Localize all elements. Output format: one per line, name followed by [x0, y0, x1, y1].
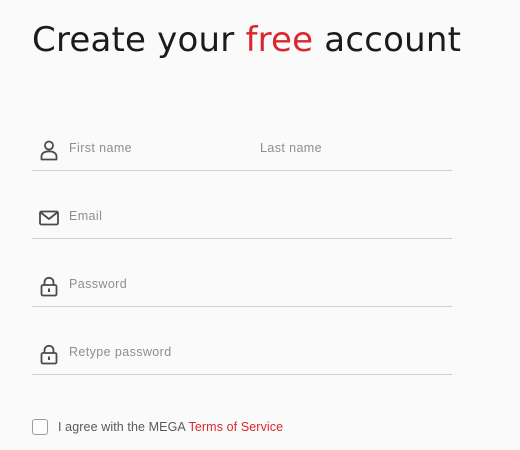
page-title: Create your free account — [32, 18, 461, 62]
lock-icon — [40, 344, 58, 365]
envelope-icon — [39, 210, 59, 226]
first-name-input[interactable] — [69, 137, 249, 159]
email-row — [32, 199, 452, 239]
user-icon — [40, 140, 58, 161]
title-part-2: account — [313, 20, 462, 60]
terms-label: I agree with the MEGA Terms of Service — [58, 420, 283, 434]
terms-of-service-link[interactable]: Terms of Service — [189, 420, 284, 434]
retype-password-row — [32, 335, 452, 375]
lock-icon — [40, 276, 58, 297]
terms-text: I agree with the MEGA — [58, 420, 189, 434]
retype-password-input[interactable] — [69, 341, 439, 363]
terms-agreement: I agree with the MEGA Terms of Service — [32, 417, 283, 437]
email-input[interactable] — [69, 205, 439, 227]
title-part-1: Create your — [32, 20, 246, 60]
password-input[interactable] — [69, 273, 439, 295]
title-accent: free — [245, 20, 314, 60]
name-row — [32, 131, 452, 171]
password-row — [32, 267, 452, 307]
terms-checkbox[interactable] — [32, 419, 48, 435]
last-name-input[interactable] — [260, 137, 445, 159]
